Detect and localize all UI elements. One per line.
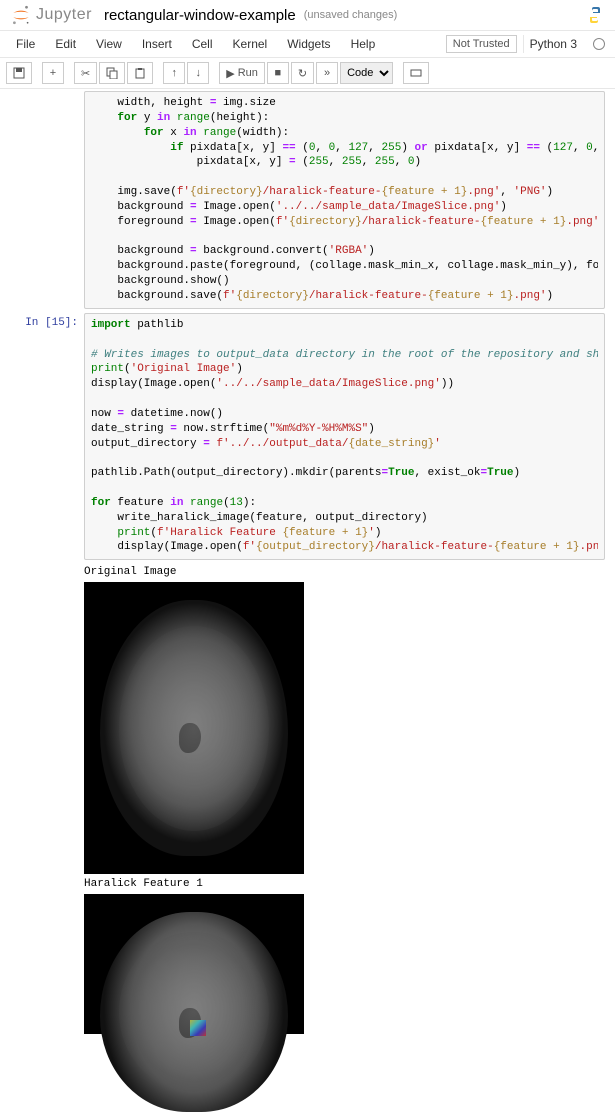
notebook-container: width, height = img.size for y in range(… [0, 89, 615, 1066]
menu-bar: File Edit View Insert Cell Kernel Widget… [0, 31, 615, 58]
trust-button[interactable]: Not Trusted [446, 35, 517, 53]
cut-button[interactable]: ✂ [74, 62, 97, 84]
code-cell[interactable]: In [15]: import pathlib # Writes images … [0, 311, 615, 1047]
menu-widgets[interactable]: Widgets [277, 33, 340, 55]
menu-cell[interactable]: Cell [182, 33, 223, 55]
code-input-area[interactable]: width, height = img.size for y in range(… [84, 91, 605, 309]
move-up-button[interactable]: ↑ [163, 62, 185, 84]
header-bar: Jupyter rectangular-window-example (unsa… [0, 0, 615, 31]
paste-icon [134, 67, 146, 79]
menu-view[interactable]: View [86, 33, 132, 55]
cell-prompt [0, 91, 84, 309]
save-status: (unsaved changes) [304, 9, 398, 21]
copy-icon [106, 67, 118, 79]
fast-forward-icon: » [324, 67, 330, 79]
code-input-area[interactable]: import pathlib # Writes images to output… [84, 313, 605, 561]
output-text: Original Image [84, 566, 605, 578]
menu-kernel[interactable]: Kernel [223, 33, 278, 55]
plus-icon: + [50, 67, 56, 79]
code-content[interactable]: import pathlib # Writes images to output… [91, 318, 598, 556]
toolbar: + ✂ ↑ ↓ ▶ Run ■ ↻ » Code [0, 58, 615, 89]
save-icon [13, 67, 25, 79]
scissors-icon: ✂ [81, 67, 90, 80]
code-cell[interactable]: width, height = img.size for y in range(… [0, 89, 615, 311]
restart-button[interactable]: ↻ [291, 62, 314, 84]
jupyter-icon [10, 4, 32, 26]
menu-edit[interactable]: Edit [45, 33, 86, 55]
move-down-button[interactable]: ↓ [187, 62, 209, 84]
run-label: Run [238, 67, 258, 79]
menu-file[interactable]: File [6, 33, 45, 55]
notebook-name[interactable]: rectangular-window-example [104, 7, 296, 24]
jupyter-logo[interactable]: Jupyter [10, 4, 92, 26]
command-palette-button[interactable] [403, 62, 429, 84]
add-cell-button[interactable]: + [42, 62, 64, 84]
save-button[interactable] [6, 62, 32, 84]
code-content[interactable]: width, height = img.size for y in range(… [91, 96, 598, 304]
stop-button[interactable]: ■ [267, 62, 289, 84]
kernel-name[interactable]: Python 3 [523, 35, 583, 53]
logo-text: Jupyter [36, 6, 92, 24]
play-icon: ▶ [226, 67, 234, 80]
menu-insert[interactable]: Insert [132, 33, 182, 55]
arrow-up-icon: ↑ [171, 67, 177, 79]
run-button[interactable]: ▶ Run [219, 62, 265, 84]
menu-help[interactable]: Help [341, 33, 386, 55]
copy-button[interactable] [99, 62, 125, 84]
output-image-haralick-1 [84, 894, 304, 1034]
restart-icon: ↻ [298, 67, 307, 80]
kernel-indicator-icon [593, 38, 605, 50]
stop-icon: ■ [275, 67, 282, 79]
output-text: Haralick Feature 1 [84, 878, 605, 890]
cell-output: Original Image Haralick Feature 1 [84, 560, 605, 1044]
arrow-down-icon: ↓ [195, 67, 201, 79]
cell-type-select[interactable]: Code [340, 62, 393, 84]
paste-button[interactable] [127, 62, 153, 84]
restart-run-all-button[interactable]: » [316, 62, 338, 84]
output-image-original [84, 582, 304, 874]
keyboard-icon [410, 67, 422, 79]
python-icon [585, 5, 605, 25]
cell-prompt: In [15]: [0, 313, 84, 1045]
